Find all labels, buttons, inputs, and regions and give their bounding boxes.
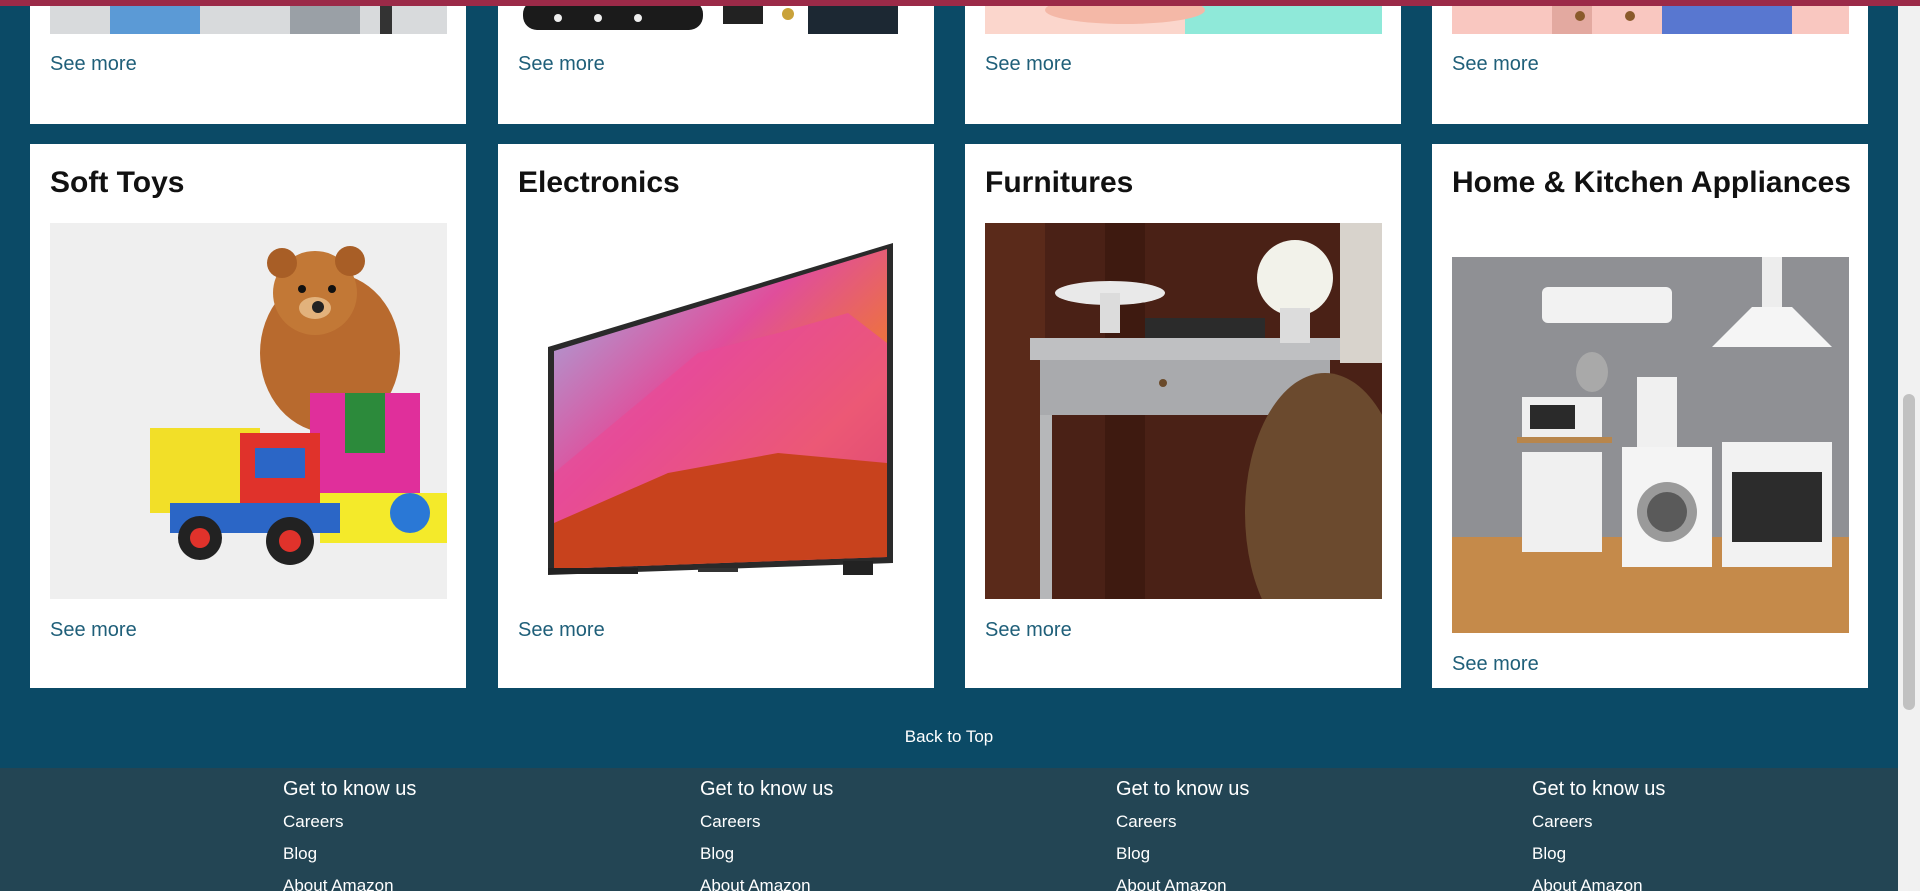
see-more-link[interactable]: See more bbox=[518, 619, 605, 642]
footer: Get to know us Careers Blog About Amazon… bbox=[0, 768, 1898, 891]
top-card-4: See more bbox=[1432, 0, 1868, 124]
footer-link-blog[interactable]: Blog bbox=[283, 844, 416, 864]
footer-link-careers[interactable]: Careers bbox=[1532, 812, 1665, 832]
footer-link-blog[interactable]: Blog bbox=[1116, 844, 1249, 864]
footer-heading: Get to know us bbox=[283, 778, 417, 800]
footer-heading: Get to know us bbox=[1116, 778, 1250, 800]
category-card-electronics: Electronics See more bbox=[498, 144, 934, 688]
see-more-link[interactable]: See more bbox=[50, 53, 137, 76]
back-to-top-button[interactable]: Back to Top bbox=[0, 706, 1898, 768]
category-title: Home & Kitchen Appliances bbox=[1452, 166, 1851, 199]
category-title: Furnitures bbox=[985, 166, 1134, 199]
category-card-home-kitchen: Home & Kitchen Appliances See more bbox=[1432, 144, 1868, 688]
footer-link-about[interactable]: About Amazon bbox=[1532, 876, 1665, 891]
footer-link-careers[interactable]: Careers bbox=[1116, 812, 1249, 832]
footer-link-blog[interactable]: Blog bbox=[700, 844, 833, 864]
footer-link-about[interactable]: About Amazon bbox=[1116, 876, 1249, 891]
footer-link-about[interactable]: About Amazon bbox=[700, 876, 833, 891]
teddy-bear-toys-image[interactable] bbox=[50, 223, 447, 599]
category-grid: See more See more See more See more Soft… bbox=[0, 0, 1898, 706]
see-more-link[interactable]: See more bbox=[50, 619, 137, 642]
see-more-link[interactable]: See more bbox=[985, 619, 1072, 642]
television-image[interactable] bbox=[518, 223, 915, 599]
top-accent-bar bbox=[0, 0, 1920, 6]
scrollbar-thumb[interactable] bbox=[1903, 394, 1915, 710]
kitchen-appliances-image[interactable] bbox=[1452, 257, 1849, 633]
category-card-furnitures: Furnitures See more bbox=[965, 144, 1401, 688]
footer-column: Get to know us Careers Blog About Amazon bbox=[700, 778, 833, 891]
top-card-3: See more bbox=[965, 0, 1401, 124]
see-more-link[interactable]: See more bbox=[985, 53, 1072, 76]
footer-heading: Get to know us bbox=[700, 778, 834, 800]
top-card-1: See more bbox=[30, 0, 466, 124]
footer-column: Get to know us Careers Blog About Amazon bbox=[1532, 778, 1665, 891]
footer-link-careers[interactable]: Careers bbox=[283, 812, 416, 832]
footer-heading: Get to know us bbox=[1532, 778, 1666, 800]
footer-link-blog[interactable]: Blog bbox=[1532, 844, 1665, 864]
see-more-link[interactable]: See more bbox=[1452, 653, 1539, 676]
see-more-link[interactable]: See more bbox=[1452, 53, 1539, 76]
vertical-scrollbar[interactable] bbox=[1898, 0, 1920, 891]
footer-column: Get to know us Careers Blog About Amazon bbox=[283, 778, 416, 891]
footer-link-careers[interactable]: Careers bbox=[700, 812, 833, 832]
category-title: Electronics bbox=[518, 166, 680, 199]
footer-column: Get to know us Careers Blog About Amazon bbox=[1116, 778, 1249, 891]
category-title: Soft Toys bbox=[50, 166, 185, 199]
category-card-soft-toys: Soft Toys See more bbox=[30, 144, 466, 688]
see-more-link[interactable]: See more bbox=[518, 53, 605, 76]
desk-chair-image[interactable] bbox=[985, 223, 1382, 599]
top-card-2: See more bbox=[498, 0, 934, 124]
footer-link-about[interactable]: About Amazon bbox=[283, 876, 416, 891]
